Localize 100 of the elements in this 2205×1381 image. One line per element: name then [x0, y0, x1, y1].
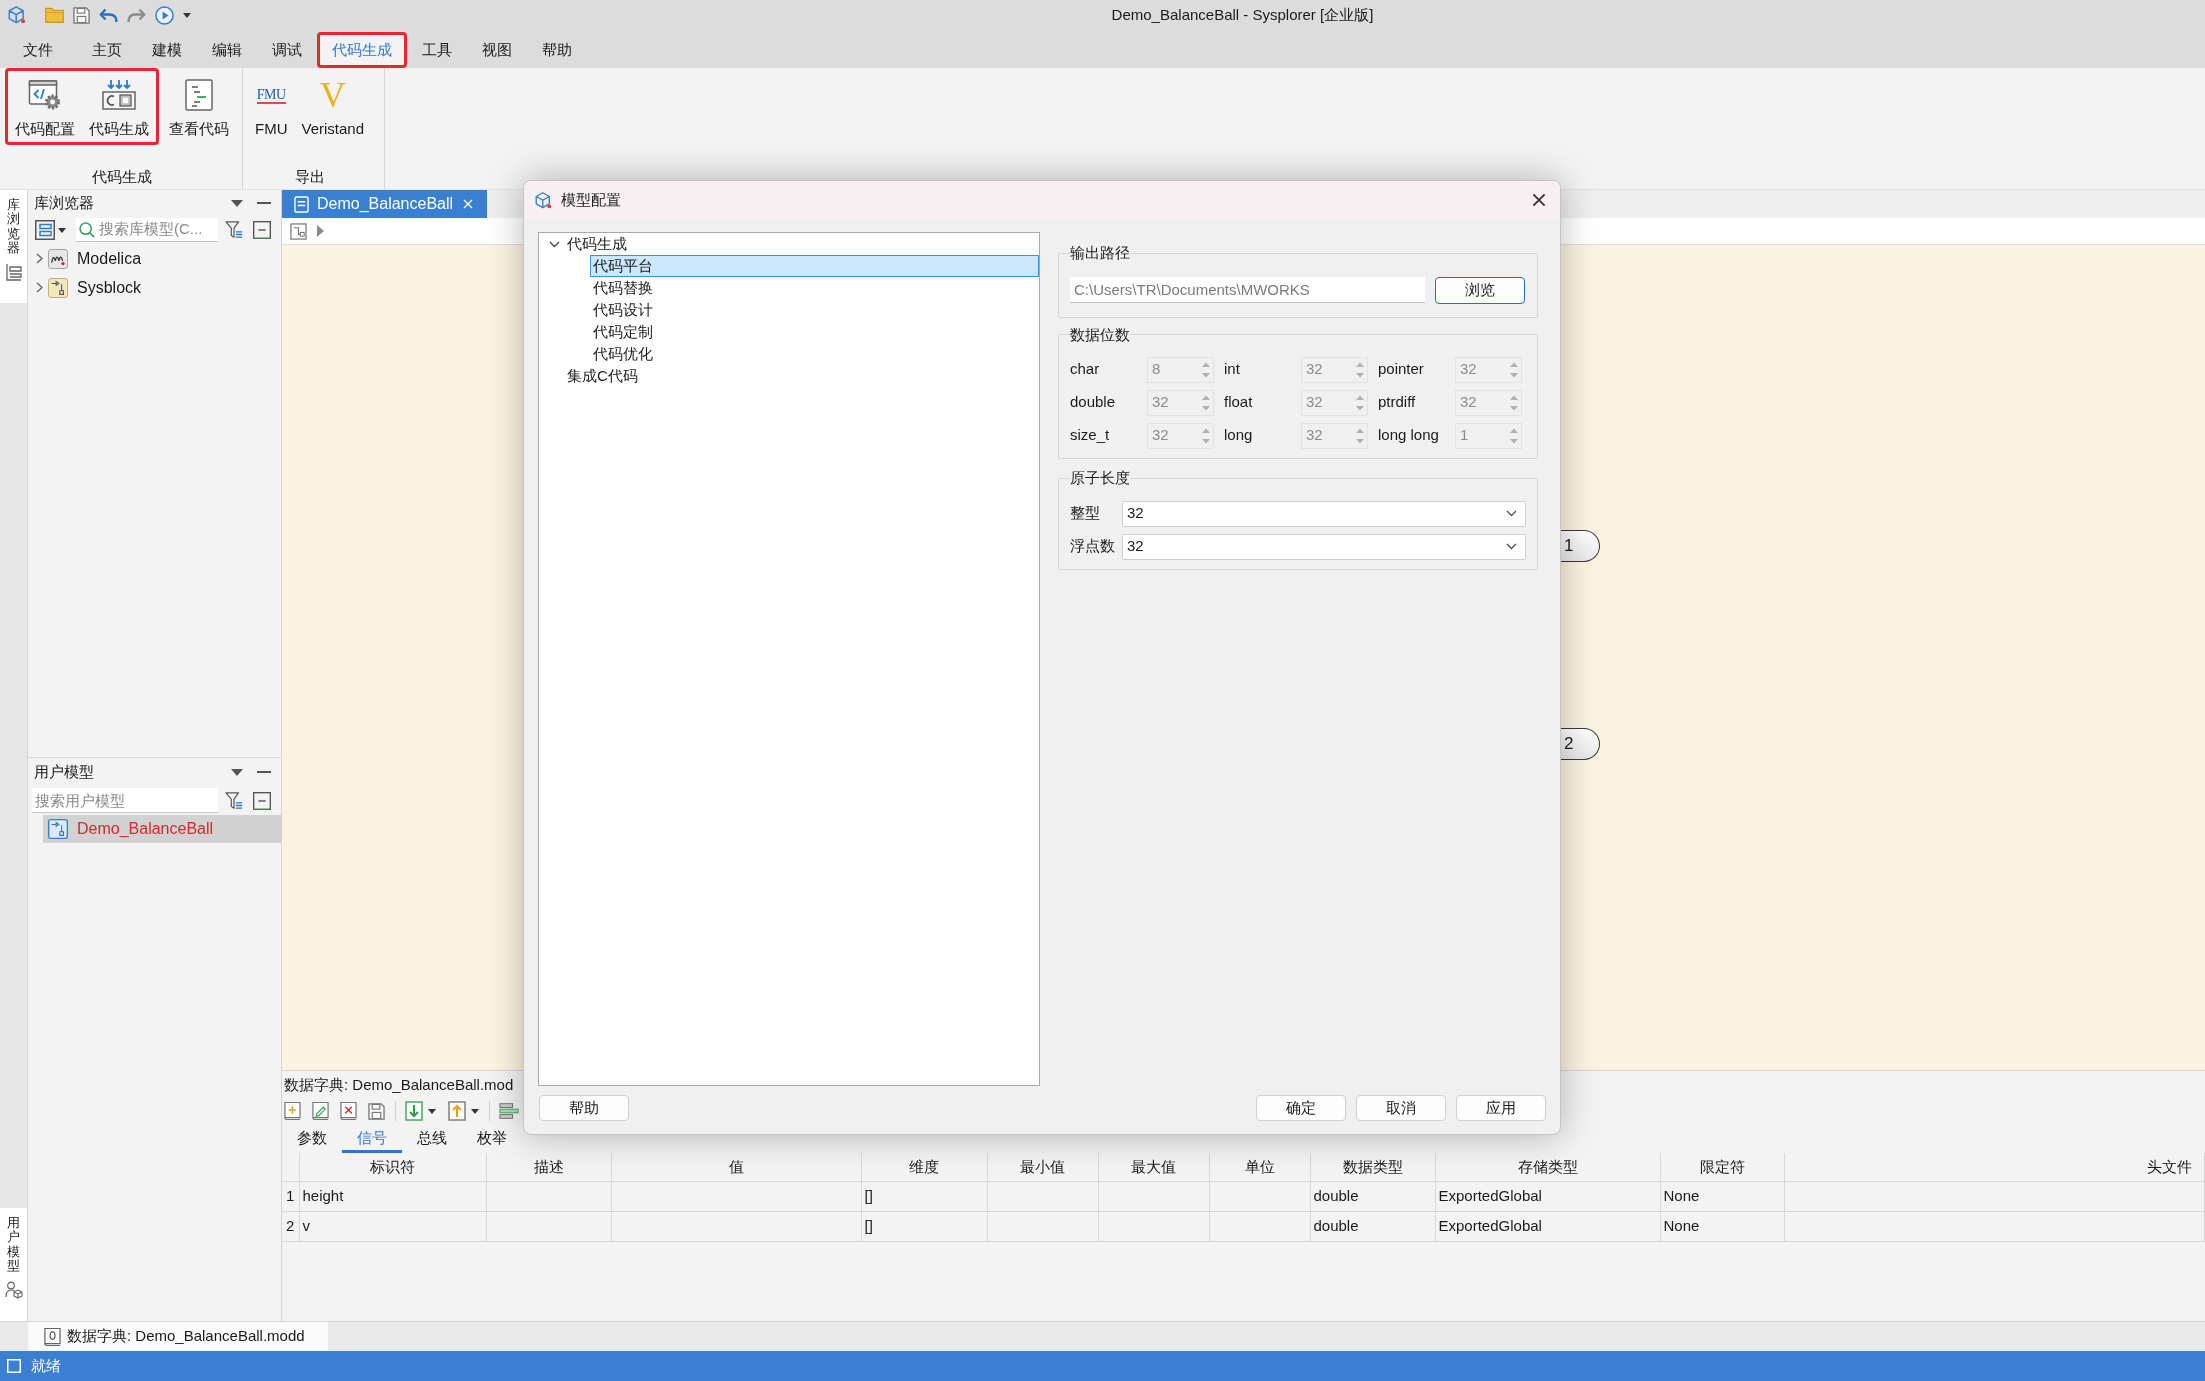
field-label: 整型 — [1070, 503, 1101, 524]
menu-tab[interactable]: 编辑 — [197, 32, 257, 68]
dialog-button[interactable]: 帮助 — [539, 1095, 629, 1121]
tree-item[interactable]: 代码优化 — [590, 343, 1039, 365]
tree-item[interactable]: 代码替换 — [590, 277, 1039, 299]
column-header: 描述 — [533, 1157, 564, 1175]
arrow-down-icon[interactable] — [405, 1101, 423, 1121]
field-label: int — [1224, 359, 1241, 380]
field-label: ptrdiff — [1378, 392, 1417, 413]
dialog-button[interactable]: 应用 — [1456, 1095, 1546, 1121]
tree-item[interactable]: 代码平台 — [590, 255, 1039, 277]
dropdown[interactable]: 32 — [1122, 500, 1526, 527]
tree-item[interactable]: Modelica — [28, 244, 281, 273]
chip-arrows-icon — [102, 79, 136, 111]
chevron-right-icon[interactable] — [36, 253, 43, 264]
block-diagram-icon — [48, 277, 68, 298]
chevron-down-icon[interactable] — [1506, 543, 1517, 550]
ribbon-button[interactable]: 代码生成 — [82, 71, 156, 142]
panel-title: 数据字典: Demo_BalanceBall.mod — [284, 1074, 514, 1095]
book-pencil-icon[interactable] — [312, 1101, 329, 1121]
cube-icon[interactable] — [8, 6, 26, 24]
caret-down-icon[interactable] — [58, 227, 66, 233]
column-header: 头文件 — [2147, 1157, 2192, 1175]
caret-down-icon[interactable] — [428, 1108, 436, 1114]
menu-tab[interactable]: 调试 — [257, 32, 317, 68]
logo-mark: V — [319, 79, 346, 111]
filter-icon[interactable] — [225, 220, 243, 240]
close-icon[interactable] — [1532, 193, 1546, 207]
undo-icon[interactable] — [99, 7, 118, 23]
collapse-icon[interactable] — [253, 221, 271, 239]
ribbon-button[interactable]: V Veristand — [294, 71, 372, 142]
save-icon[interactable] — [73, 6, 90, 24]
search-field[interactable]: 搜索用户模型 — [32, 788, 218, 813]
spin-arrows-icon — [1510, 393, 1518, 412]
table-cell: None — [1663, 1186, 1700, 1204]
tree-item[interactable]: 代码设计 — [590, 299, 1039, 321]
tab[interactable]: 参数 — [282, 1123, 342, 1153]
diagram-icon[interactable] — [290, 222, 307, 240]
field-label: long — [1224, 425, 1254, 446]
book-cross-icon[interactable] — [340, 1101, 357, 1121]
table-cell: ExportedGlobal — [1438, 1186, 1542, 1204]
port-block: 1 — [1561, 530, 1600, 562]
tab[interactable]: 枚举 — [462, 1123, 522, 1153]
tree-item[interactable]: 代码生成 — [565, 233, 1039, 255]
dropdown-icon[interactable] — [231, 199, 243, 207]
menu-tab[interactable]: 视图 — [467, 32, 527, 68]
tree-view-icon[interactable] — [35, 220, 55, 240]
ribbon-button[interactable]: FMU FMU — [248, 71, 295, 142]
table-icon[interactable] — [499, 1102, 519, 1120]
dropdown[interactable]: 32 — [1122, 533, 1526, 560]
field-label: size_t — [1070, 425, 1111, 446]
search-field[interactable]: 搜索库模型(C... — [76, 218, 218, 242]
play-circle-icon[interactable] — [155, 5, 174, 25]
table-cell: double — [1313, 1216, 1359, 1234]
arrow-up-icon[interactable] — [448, 1101, 466, 1121]
column-header: 最小值 — [1020, 1157, 1065, 1175]
menu-tab[interactable]: 工具 — [407, 32, 467, 68]
redo-icon[interactable] — [127, 7, 146, 23]
document-tab[interactable]: Demo_BalanceBall — [282, 190, 487, 218]
spin-arrows-icon — [1356, 360, 1364, 379]
dialog-button[interactable]: 确定 — [1256, 1095, 1346, 1121]
side-tab[interactable]: 库浏览器 — [0, 190, 27, 303]
caret-down-icon[interactable] — [471, 1108, 479, 1114]
save-icon[interactable] — [368, 1102, 385, 1120]
filter-icon[interactable] — [225, 790, 243, 811]
triangle-right-icon[interactable] — [317, 225, 324, 237]
ribbon-button[interactable]: 查看代码 — [162, 71, 236, 142]
table-cell: double — [1313, 1186, 1359, 1204]
menu-tab[interactable]: 文件 — [8, 32, 68, 68]
panel-title: 库浏览器 — [34, 192, 94, 213]
menu-tab[interactable]: 主页 — [77, 32, 137, 68]
chevron-down-icon[interactable] — [549, 240, 560, 248]
menu-tab[interactable]: 代码生成 — [317, 32, 407, 68]
side-tab[interactable]: 用户模型 — [0, 1208, 27, 1321]
caret-down-icon[interactable] — [183, 12, 191, 18]
dialog-button[interactable]: 取消 — [1356, 1095, 1446, 1121]
field-label: pointer — [1378, 359, 1425, 380]
dropdown-icon[interactable] — [231, 768, 243, 776]
spin-arrows-icon — [1510, 360, 1518, 379]
search-icon — [79, 221, 95, 238]
status-text: 就绪 — [31, 1355, 61, 1376]
cube-icon — [535, 191, 552, 209]
document-tab[interactable]: 数据字典: Demo_BalanceBall.modd — [28, 1322, 328, 1351]
tab[interactable]: 信号 — [342, 1123, 402, 1153]
chevron-down-icon[interactable] — [1506, 510, 1517, 517]
chevron-right-icon[interactable] — [36, 282, 43, 293]
tab[interactable]: 总线 — [402, 1123, 462, 1153]
book-plus-icon[interactable] — [284, 1101, 301, 1121]
menu-tab[interactable]: 建模 — [137, 32, 197, 68]
field-label: long long — [1378, 425, 1440, 446]
group-label: 代码生成 — [92, 167, 152, 187]
tree-item[interactable]: 集成C代码 — [565, 365, 1039, 387]
collapse-icon[interactable] — [253, 791, 271, 810]
ribbon-button[interactable]: 代码配置 — [8, 71, 82, 142]
menu-tab[interactable]: 帮助 — [527, 32, 587, 68]
table-cell: None — [1663, 1216, 1700, 1234]
column-header: 单位 — [1244, 1157, 1275, 1175]
tree-item[interactable]: 代码定制 — [590, 321, 1039, 343]
user-cube-icon — [4, 1281, 23, 1300]
tree-item[interactable]: Sysblock — [28, 273, 281, 302]
